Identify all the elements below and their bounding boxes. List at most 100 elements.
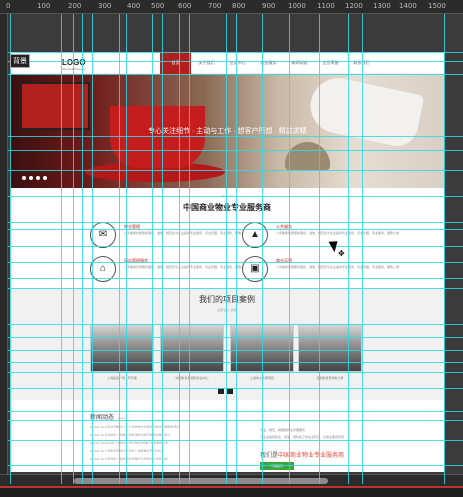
status-bar [0, 488, 463, 497]
vertical-guide[interactable] [61, 14, 62, 484]
case-caption[interactable]: 深圳新世界商务大厦 [298, 376, 362, 380]
horizontal-guide[interactable] [8, 411, 463, 412]
ruler-label: 1000 [288, 2, 306, 10]
contact-line: 我们是中国商业物业专业服务商 [260, 453, 345, 459]
horizontal-guide[interactable] [8, 61, 463, 62]
ruler-label: 600 [178, 2, 192, 10]
cases-section: 我们的项目案例 全部 办公 商场 上海某某广场 · 写字楼 中国新世界国际商业中心… [10, 288, 444, 400]
section-title: 中国商业物业专业服务商 [183, 203, 271, 212]
horizontal-guide[interactable] [8, 52, 463, 53]
building-icon: ▲ [242, 222, 268, 248]
nav-item[interactable]: 关于我们 [191, 52, 222, 74]
service-item[interactable]: ✉ 物业管理 公司秉承优质服务理念，诚信、规范化为业主提供专业服务，专业管理，专业服… [90, 222, 260, 252]
case-caption[interactable]: 中国新世界国际商业中心 [160, 376, 224, 380]
vertical-guide[interactable] [289, 14, 290, 484]
tag-icon: ✉ [90, 222, 116, 248]
vertical-guide[interactable] [262, 14, 263, 484]
horizontal-guide[interactable] [8, 136, 463, 137]
vertical-guide[interactable] [126, 14, 127, 484]
vertical-guide[interactable] [73, 14, 74, 484]
horizontal-guide[interactable] [8, 74, 463, 75]
ruler-label: 700 [208, 2, 222, 10]
ruler-label: 1400 [399, 2, 417, 10]
horizontal-guide[interactable] [8, 196, 463, 197]
photoshop-workspace: 0 100 200 300 400 500 600 700 800 900 1000 1100 1200… [0, 0, 463, 497]
news-item[interactable]: 2014-6-18 今年年度上海市物业管理行业优秀企业评选活动 [90, 457, 240, 460]
service-item[interactable]: ▣ 商业运营 公司秉承优质服务理念，诚信、规范化为业主提供专业服务，专业管理，专业服… [242, 256, 412, 286]
horizontal-guide[interactable] [8, 324, 463, 325]
vertical-ruler[interactable] [0, 14, 8, 484]
horizontal-guide[interactable] [8, 362, 463, 363]
white-glove-image [305, 74, 425, 150]
case-image[interactable] [298, 324, 362, 372]
horizontal-guide[interactable] [8, 465, 463, 466]
laptop-image [20, 82, 90, 130]
case-image[interactable] [90, 324, 154, 372]
news-item[interactable]: 2014-6-18 今年全国物业公司上海市物业管理企业物业管理服务培训 [90, 425, 240, 428]
horizontal-guide[interactable] [8, 420, 463, 421]
slide-indicators [22, 176, 47, 180]
horizontal-guide[interactable] [8, 278, 463, 279]
ruler-label: 900 [262, 2, 276, 10]
vertical-guide[interactable] [362, 14, 363, 484]
horizontal-guide[interactable] [8, 337, 463, 338]
ruler-label: 1100 [317, 2, 335, 10]
ruler-label: 500 [151, 2, 165, 10]
horizontal-guide[interactable] [8, 372, 463, 373]
vertical-guide[interactable] [162, 14, 163, 484]
vertical-guide[interactable] [92, 14, 93, 484]
layer-label: 背景 [10, 54, 30, 68]
vertical-guide[interactable] [179, 14, 180, 484]
service-desc: 公司秉承优质服务理念，诚信、规范化为业主提供专业服务，专业管理，专业服务，细致入… [276, 265, 400, 269]
case-caption[interactable]: 上海某某广场 · 写字楼 [90, 376, 154, 380]
ruler-label: 400 [127, 2, 141, 10]
ruler-label: 0 [6, 2, 11, 10]
vertical-guide[interactable] [189, 14, 190, 484]
slide-dot[interactable] [43, 176, 47, 180]
service-bell-image [285, 142, 330, 170]
hero-slogan: 专心关注细节 · 主动与工作 · 想客户所想 · 精益求精 [148, 128, 307, 135]
ruler-label: 300 [98, 2, 112, 10]
vertical-guide[interactable] [226, 14, 227, 484]
nav-item[interactable]: 首页 [160, 52, 191, 74]
horizontal-guide[interactable] [8, 440, 463, 441]
horizontal-guide[interactable] [8, 246, 463, 247]
horizontal-ruler[interactable]: 0 100 200 300 400 500 600 700 800 900 1000 1100 1200… [0, 0, 463, 14]
main-nav: 首页关于我们业务中心物业服务新闻动态企业荣誉联系我们 [160, 52, 377, 74]
service-item[interactable]: ⌂ 酒店管理服务 公司秉承优质服务理念，诚信、规范化为业主提供专业服务，专业管理，专… [90, 256, 260, 286]
ruler-label: 100 [37, 2, 51, 10]
vertical-guide[interactable] [236, 14, 237, 484]
vertical-guide[interactable] [152, 14, 153, 484]
news-item[interactable]: 2014-6-18 某某物业公司举办年度消防演练活动物业服务评比 [90, 433, 240, 436]
horizontal-guide[interactable] [8, 388, 463, 389]
slide-dot[interactable] [36, 176, 40, 180]
horizontal-guide[interactable] [8, 222, 463, 223]
vertical-guide[interactable] [119, 14, 120, 484]
vertical-guide[interactable] [319, 14, 320, 484]
slide-dot[interactable] [29, 176, 33, 180]
news-item[interactable]: 2014-6-18 公司新项目签约仪式在上海隆重召开签约仪式 [90, 449, 240, 452]
service-title: 酒店管理服务 [124, 258, 148, 263]
horizontal-guide[interactable] [8, 170, 463, 171]
horizontal-scrollbar[interactable] [0, 474, 463, 486]
service-item[interactable]: ▲ 公共服务 公司秉承优质服务理念，诚信、规范化为业主提供专业服务，专业管理，专业服… [242, 222, 412, 252]
nav-item[interactable]: 物业服务 [253, 52, 284, 74]
horizontal-guide[interactable] [8, 288, 463, 289]
vertical-guide[interactable] [82, 14, 83, 484]
red-cup-image [110, 106, 205, 168]
ruler-label: 1200 [345, 2, 363, 10]
horizontal-guide[interactable] [8, 150, 463, 151]
vertical-guide[interactable] [10, 14, 11, 484]
horizontal-guide[interactable] [8, 262, 463, 263]
ruler-label: 200 [68, 2, 82, 10]
case-image[interactable] [160, 324, 224, 372]
vertical-guide[interactable] [348, 14, 349, 484]
vertical-guide[interactable] [444, 14, 445, 484]
site-header: LOGO Sinowell Property 首页关于我们业务中心物业服务新闻动… [10, 52, 444, 74]
horizontal-guide[interactable] [8, 350, 463, 351]
slide-dot[interactable] [22, 176, 26, 180]
news-item[interactable]: 2014-6-18 2014年上海物业公司与物业管理行业发展研讨会 [90, 441, 240, 444]
horizontal-guide[interactable] [8, 229, 463, 230]
ruler-label: 1300 [373, 2, 391, 10]
cases-filter-tabs[interactable]: 全部 办公 商场 [10, 308, 444, 312]
